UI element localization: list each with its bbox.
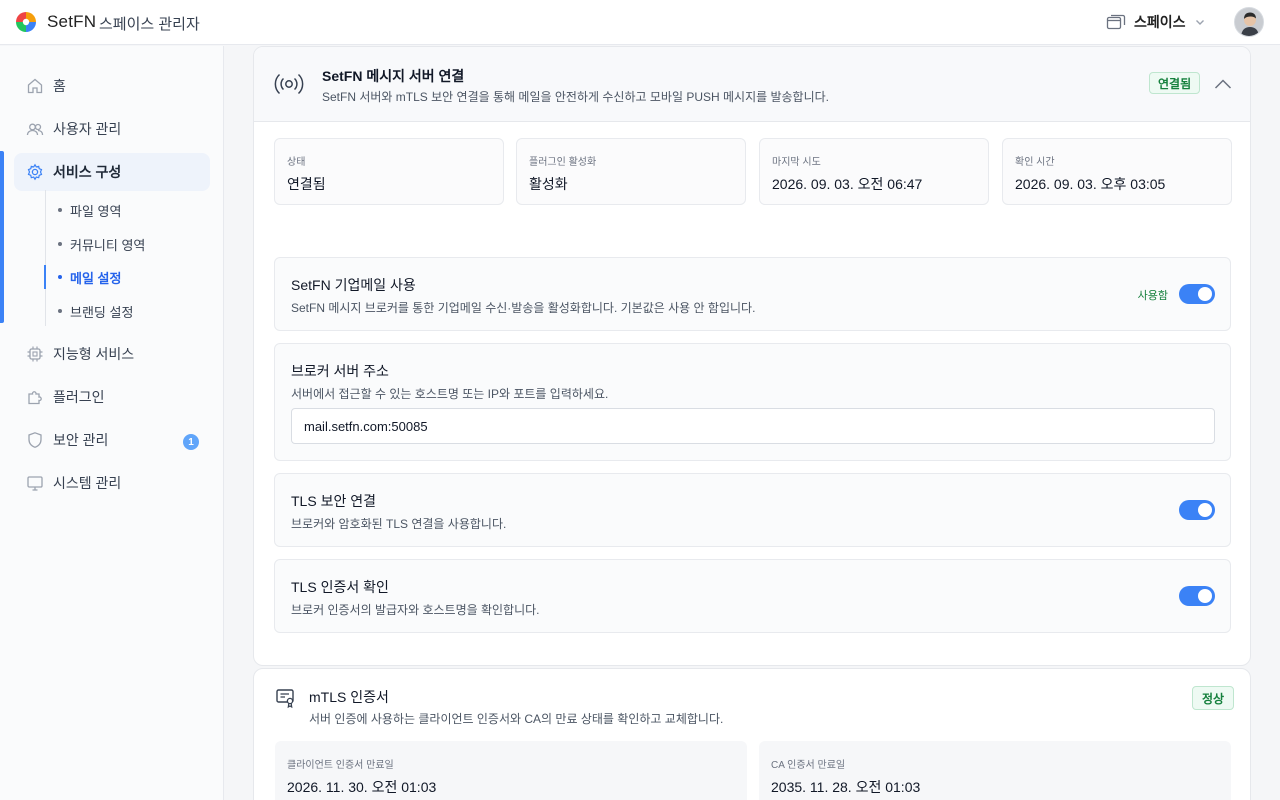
connection-status-badge: 연결됨 <box>1149 72 1201 94</box>
message-server-description: SetFN 서버와 mTLS 보안 연결을 통해 메일을 안전하게 수신하고 모… <box>322 90 830 104</box>
sidebar-item-system[interactable]: 시스템 관리 <box>14 464 210 502</box>
chevron-down-icon <box>1195 20 1204 25</box>
sidebar-item-users[interactable]: 사용자 관리 <box>14 110 210 148</box>
tls-connection-toggle[interactable] <box>1179 500 1215 520</box>
client-cert-label: 클라이언트 인증서 만료일 <box>287 760 394 771</box>
enterprise-mail-panel: SetFN 기업메일 사용 SetFN 메시지 브로커를 통한 기업메일 수신·… <box>274 257 1231 331</box>
mtls-description: 서버 인증에 사용하는 클라이언트 인증서와 CA의 만료 상태를 확인하고 교… <box>309 712 724 726</box>
person-avatar-icon <box>1235 8 1263 36</box>
chevron-up-icon[interactable] <box>1213 76 1233 92</box>
tls-verify-title: TLS 인증서 확인 <box>291 579 389 595</box>
sidebar-active-indicator <box>0 151 4 323</box>
ca-cert-label: CA 인증서 만료일 <box>771 760 846 771</box>
ca-cert-value: 2035. 11. 28. 오전 01:03 <box>771 779 921 795</box>
mtls-status-badge: 정상 <box>1192 686 1235 710</box>
sidebar-item-label: 시스템 관리 <box>53 475 122 491</box>
subitem-community-area[interactable]: 커뮤니티 영역 <box>58 231 145 257</box>
stat-plugin-activation: 플러그인 활성화 활성화 <box>516 138 746 205</box>
tls-connection-title: TLS 보안 연결 <box>291 493 376 509</box>
tls-verify-description: 브로커 인증서의 발급자와 호스트명을 확인합니다. <box>291 603 540 617</box>
sidebar-item-label: 홈 <box>53 78 66 94</box>
subitem-label: 커뮤니티 영역 <box>70 237 146 253</box>
message-server-card: SetFN 메시지 서버 연결 SetFN 서버와 mTLS 보안 연결을 통해… <box>253 46 1251 666</box>
shield-icon <box>26 431 44 449</box>
window-stack-icon <box>1106 14 1126 30</box>
certificate-icon <box>276 689 294 709</box>
stat-value: 2026. 09. 03. 오후 03:05 <box>1015 176 1166 192</box>
tls-connection-description: 브로커와 암호화된 TLS 연결을 사용합니다. <box>291 517 507 531</box>
stat-value: 2026. 09. 03. 오전 06:47 <box>772 176 923 192</box>
stat-label: 확인 시간 <box>1015 157 1055 168</box>
enterprise-mail-toggle-label: 사용함 <box>1137 290 1168 302</box>
gear-icon <box>26 163 44 181</box>
broker-address-input[interactable] <box>291 408 1215 444</box>
sidebar-item-label: 사용자 관리 <box>53 121 122 137</box>
enterprise-mail-toggle[interactable] <box>1179 284 1215 304</box>
tls-connection-panel: TLS 보안 연결 브로커와 암호화된 TLS 연결을 사용합니다. <box>274 473 1231 547</box>
user-avatar[interactable] <box>1234 7 1264 37</box>
sidebar-item-label: 플러그인 <box>53 389 105 405</box>
space-label: 스페이스 <box>1134 14 1186 30</box>
sidebar-item-label: 서비스 구성 <box>53 164 122 180</box>
submenu-active-indicator <box>44 265 46 289</box>
message-server-title: SetFN 메시지 서버 연결 <box>322 68 465 84</box>
home-icon <box>26 77 44 95</box>
client-cert-value: 2026. 11. 30. 오전 01:03 <box>287 779 437 795</box>
broker-address-description: 서버에서 접근할 수 있는 호스트명 또는 IP와 포트를 입력하세요. <box>291 387 609 401</box>
sidebar-item-service-config[interactable]: 서비스 구성 <box>14 153 210 191</box>
space-switcher[interactable]: 스페이스 <box>1106 10 1206 34</box>
broker-address-title: 브로커 서버 주소 <box>291 363 389 379</box>
users-icon <box>26 120 44 138</box>
subitem-branding-settings[interactable]: 브랜딩 설정 <box>58 298 133 324</box>
header-subtitle: 스페이스 관리자 <box>99 16 200 33</box>
bullet-dot <box>58 309 62 313</box>
mtls-certificate-card: mTLS 인증서 서버 인증에 사용하는 클라이언트 인증서와 CA의 만료 상… <box>253 668 1251 800</box>
mtls-title: mTLS 인증서 <box>309 689 389 705</box>
subitem-label: 메일 설정 <box>70 270 122 286</box>
enterprise-mail-title: SetFN 기업메일 사용 <box>291 277 416 293</box>
enterprise-mail-description: SetFN 메시지 브로커를 통한 기업메일 수신·발송을 활성화합니다. 기본… <box>291 301 756 315</box>
client-cert-expiry: 클라이언트 인증서 만료일 2026. 11. 30. 오전 01:03 <box>275 741 747 800</box>
sidebar-item-plugins[interactable]: 플러그인 <box>14 378 210 416</box>
sidebar-item-label: 보안 관리 <box>53 432 109 448</box>
bullet-dot <box>58 208 62 212</box>
bullet-dot <box>58 242 62 246</box>
subitem-mail-settings[interactable]: 메일 설정 <box>58 264 121 290</box>
sidebar: 홈 사용자 관리 서비스 구성 파일 영역 커뮤니티 영역 메일 설정 브랜딩 … <box>0 46 224 800</box>
monitor-icon <box>26 474 44 492</box>
chip-icon <box>26 345 44 363</box>
sidebar-item-security[interactable]: 보안 관리 <box>14 421 210 459</box>
submenu-guide-line <box>45 190 46 326</box>
sidebar-item-ai-services[interactable]: 지능형 서비스 <box>14 335 210 373</box>
sidebar-item-label: 지능형 서비스 <box>53 346 135 362</box>
brand-name[interactable]: SetFN <box>47 12 96 32</box>
stat-checked-time: 확인 시간 2026. 09. 03. 오후 03:05 <box>1002 138 1232 205</box>
subitem-label: 파일 영역 <box>70 203 122 219</box>
sidebar-item-home[interactable]: 홈 <box>14 67 210 105</box>
top-header: SetFN 스페이스 관리자 스페이스 <box>0 0 1280 45</box>
bullet-dot <box>58 275 62 279</box>
stat-label: 상태 <box>287 157 306 168</box>
stat-value: 활성화 <box>529 176 568 192</box>
broker-address-panel: 브로커 서버 주소 서버에서 접근할 수 있는 호스트명 또는 IP와 포트를 … <box>274 343 1231 461</box>
subitem-file-area[interactable]: 파일 영역 <box>58 197 121 223</box>
tls-verify-panel: TLS 인증서 확인 브로커 인증서의 발급자와 호스트명을 확인합니다. <box>274 559 1231 633</box>
stat-last-attempt: 마지막 시도 2026. 09. 03. 오전 06:47 <box>759 138 989 205</box>
stat-status: 상태 연결됨 <box>274 138 504 205</box>
stat-label: 마지막 시도 <box>772 157 821 168</box>
broadcast-signal-icon <box>274 73 304 95</box>
puzzle-icon <box>26 388 44 406</box>
ca-cert-expiry: CA 인증서 만료일 2035. 11. 28. 오전 01:03 <box>759 741 1231 800</box>
setfn-logo-icon[interactable] <box>15 11 37 33</box>
stat-label: 플러그인 활성화 <box>529 157 597 168</box>
tls-verify-toggle[interactable] <box>1179 586 1215 606</box>
subitem-label: 브랜딩 설정 <box>70 304 134 320</box>
security-alert-badge: 1 <box>183 434 199 450</box>
message-server-header[interactable]: SetFN 메시지 서버 연결 SetFN 서버와 mTLS 보안 연결을 통해… <box>254 47 1250 122</box>
stat-value: 연결됨 <box>287 176 326 192</box>
